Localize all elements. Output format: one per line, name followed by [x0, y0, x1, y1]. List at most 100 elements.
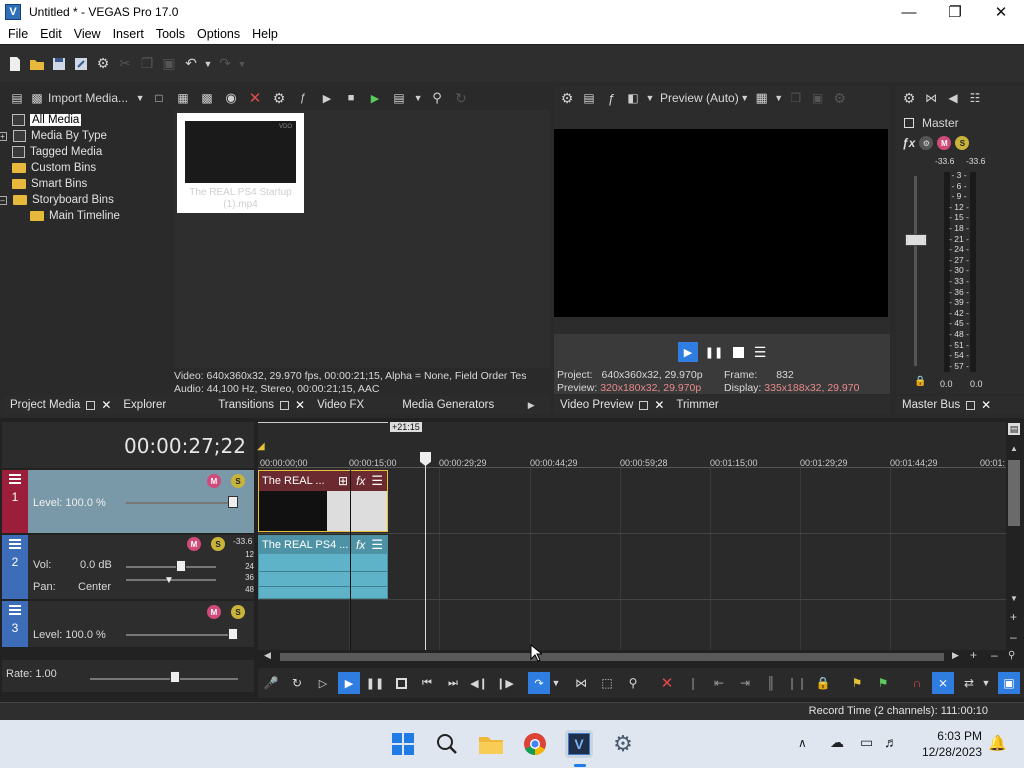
- tab-master-bus[interactable]: Master Bus ✕: [896, 396, 997, 414]
- menu-help[interactable]: Help: [246, 27, 284, 41]
- track-3-solo-icon[interactable]: S: [231, 605, 245, 619]
- close-tab-icon[interactable]: ✕: [981, 398, 991, 412]
- new-project-icon[interactable]: [4, 53, 26, 75]
- trim-icon[interactable]: ❙: [682, 672, 704, 694]
- tab-media-generators[interactable]: Media Generators: [396, 396, 500, 414]
- previous-frame-icon[interactable]: ◀❙: [468, 672, 490, 694]
- ripple-dropdown-icon[interactable]: ▼: [980, 672, 992, 694]
- master-lock-icon[interactable]: 🔒: [914, 376, 926, 387]
- menu-tools[interactable]: Tools: [150, 27, 191, 41]
- windows-start-icon[interactable]: [389, 730, 417, 758]
- tab-video-fx[interactable]: Video FX: [311, 396, 370, 414]
- tab-explorer[interactable]: Explorer: [117, 396, 172, 414]
- capture-icon[interactable]: □: [148, 87, 170, 109]
- overlays-grid-icon[interactable]: ▦: [751, 87, 773, 109]
- clip-menu-icon[interactable]: ☰: [371, 473, 383, 489]
- tabs-scroll-right-icon[interactable]: ▶: [524, 394, 538, 416]
- track-3-mute-icon[interactable]: M: [207, 605, 221, 619]
- zoom-in-horizontal-icon[interactable]: +: [970, 648, 977, 662]
- stop-button[interactable]: [390, 672, 412, 694]
- undo-icon[interactable]: ↶: [180, 53, 202, 75]
- dim-output-icon[interactable]: ◀: [942, 87, 964, 109]
- lock-icon[interactable]: 🔒: [812, 672, 834, 694]
- play-from-start-icon[interactable]: ▷: [312, 672, 334, 694]
- open-project-icon[interactable]: [26, 53, 48, 75]
- redo-icon[interactable]: ↷: [214, 53, 236, 75]
- tab-trimmer[interactable]: Trimmer: [670, 396, 724, 414]
- pause-button[interactable]: ❚❚: [364, 672, 386, 694]
- clock[interactable]: 6:03 PM 12/28/2023: [912, 728, 982, 760]
- auto-preview-icon[interactable]: ▶: [364, 87, 386, 109]
- track-2-vol-slider[interactable]: [126, 566, 216, 568]
- tree-item-main-timeline[interactable]: Main Timeline: [12, 208, 172, 224]
- mute-icon[interactable]: M: [937, 136, 952, 150]
- copy-icon[interactable]: ❐: [136, 53, 158, 75]
- zoom-in-vertical-icon[interactable]: +: [1010, 610, 1017, 624]
- refresh-icon[interactable]: ↻: [450, 87, 472, 109]
- save-snapshot-icon[interactable]: ▣: [807, 87, 829, 109]
- track-1-level-slider[interactable]: [126, 502, 238, 504]
- tab-video-preview[interactable]: Video Preview ✕: [554, 396, 670, 414]
- import-dropdown-icon[interactable]: ▼: [134, 87, 146, 109]
- trim-end-icon[interactable]: ⇥: [734, 672, 756, 694]
- trim-start-icon[interactable]: ⇤: [708, 672, 730, 694]
- scroll-right-icon[interactable]: ▶: [952, 650, 959, 661]
- go-to-end-icon[interactable]: ⏭: [442, 672, 464, 694]
- clip-fx-icon[interactable]: fx: [356, 474, 365, 488]
- tree-item-storyboard-bins[interactable]: – Storyboard Bins: [0, 192, 172, 208]
- stop-media-icon[interactable]: ■: [340, 87, 362, 109]
- play-button[interactable]: ▶: [338, 672, 360, 694]
- track-1-solo-icon[interactable]: S: [231, 474, 245, 488]
- minimize-button[interactable]: —: [886, 0, 932, 24]
- zoom-edit-icon[interactable]: ⚲: [622, 672, 644, 694]
- track-header-1[interactable]: 1 M S Level: 100.0 %: [2, 470, 254, 533]
- delete-icon[interactable]: ✕: [656, 672, 678, 694]
- save-icon[interactable]: [48, 53, 70, 75]
- menu-edit[interactable]: Edit: [34, 27, 68, 41]
- automation-icon[interactable]: ⚙: [919, 136, 934, 150]
- track-menu-icon[interactable]: [9, 539, 21, 549]
- audio-clip-menu-icon[interactable]: ☰: [371, 537, 383, 553]
- selection-edit-icon[interactable]: ⬚: [596, 672, 618, 694]
- track-header-3[interactable]: 3 M S Level: 100.0 %: [2, 601, 254, 647]
- media-fx-icon[interactable]: ƒ: [292, 87, 314, 109]
- close-tab-icon[interactable]: ✕: [295, 398, 305, 412]
- audio-clip[interactable]: The REAL PS4 ... fx ☰: [258, 535, 388, 599]
- properties-gear-icon[interactable]: ⚙: [92, 53, 114, 75]
- overlays-dropdown-icon[interactable]: ▼: [773, 87, 785, 109]
- close-tab-icon[interactable]: ✕: [654, 398, 664, 412]
- horizontal-scroll-thumb[interactable]: [280, 653, 944, 661]
- media-views-icon[interactable]: ▤: [8, 87, 26, 109]
- next-frame-icon[interactable]: ❙▶: [494, 672, 516, 694]
- undock-icon[interactable]: [639, 400, 649, 410]
- go-to-start-icon[interactable]: ⏮: [416, 672, 438, 694]
- downmix-icon[interactable]: ⋈: [920, 87, 942, 109]
- volume-icon[interactable]: ♬: [884, 734, 898, 750]
- remove-media-icon[interactable]: ✕: [244, 87, 266, 109]
- undock-icon[interactable]: [280, 400, 290, 410]
- menu-file[interactable]: File: [2, 27, 34, 41]
- loop-region[interactable]: [258, 422, 388, 432]
- preview-quality-dropdown-icon[interactable]: ▼: [739, 87, 751, 109]
- track-3-level-knob[interactable]: [228, 628, 238, 640]
- play-media-icon[interactable]: ▶: [316, 87, 338, 109]
- envelope-edit-icon[interactable]: ⋈: [570, 672, 592, 694]
- close-button[interactable]: ✕: [978, 0, 1024, 24]
- get-media-web-icon[interactable]: ▦: [172, 87, 194, 109]
- menu-options[interactable]: Options: [191, 27, 246, 41]
- rate-knob[interactable]: [170, 671, 180, 683]
- record-icon[interactable]: 🎤: [260, 672, 282, 694]
- import-media-button[interactable]: Import Media...: [48, 91, 128, 105]
- start-marker-icon[interactable]: ◢: [257, 441, 265, 452]
- settings-icon[interactable]: ⚙: [609, 730, 637, 758]
- auto-ripple-icon[interactable]: ⇄: [958, 672, 980, 694]
- preview-settings-icon[interactable]: ⚙: [829, 87, 851, 109]
- crop-icon[interactable]: ⊞: [338, 474, 348, 488]
- tree-item-smart-bins[interactable]: Smart Bins: [12, 176, 172, 192]
- horizontal-scrollbar[interactable]: ◀ ▶ + – ⚲: [258, 648, 1024, 664]
- redo-dropdown-icon[interactable]: ▼: [236, 53, 248, 75]
- device-output-icon[interactable]: ▤: [578, 87, 600, 109]
- scroll-up-icon[interactable]: ▲: [1010, 444, 1018, 453]
- tree-item-custom-bins[interactable]: Custom Bins: [12, 160, 172, 176]
- media-thumbnail[interactable]: VDO The REAL PS4 Startup (1).mp4: [177, 113, 304, 213]
